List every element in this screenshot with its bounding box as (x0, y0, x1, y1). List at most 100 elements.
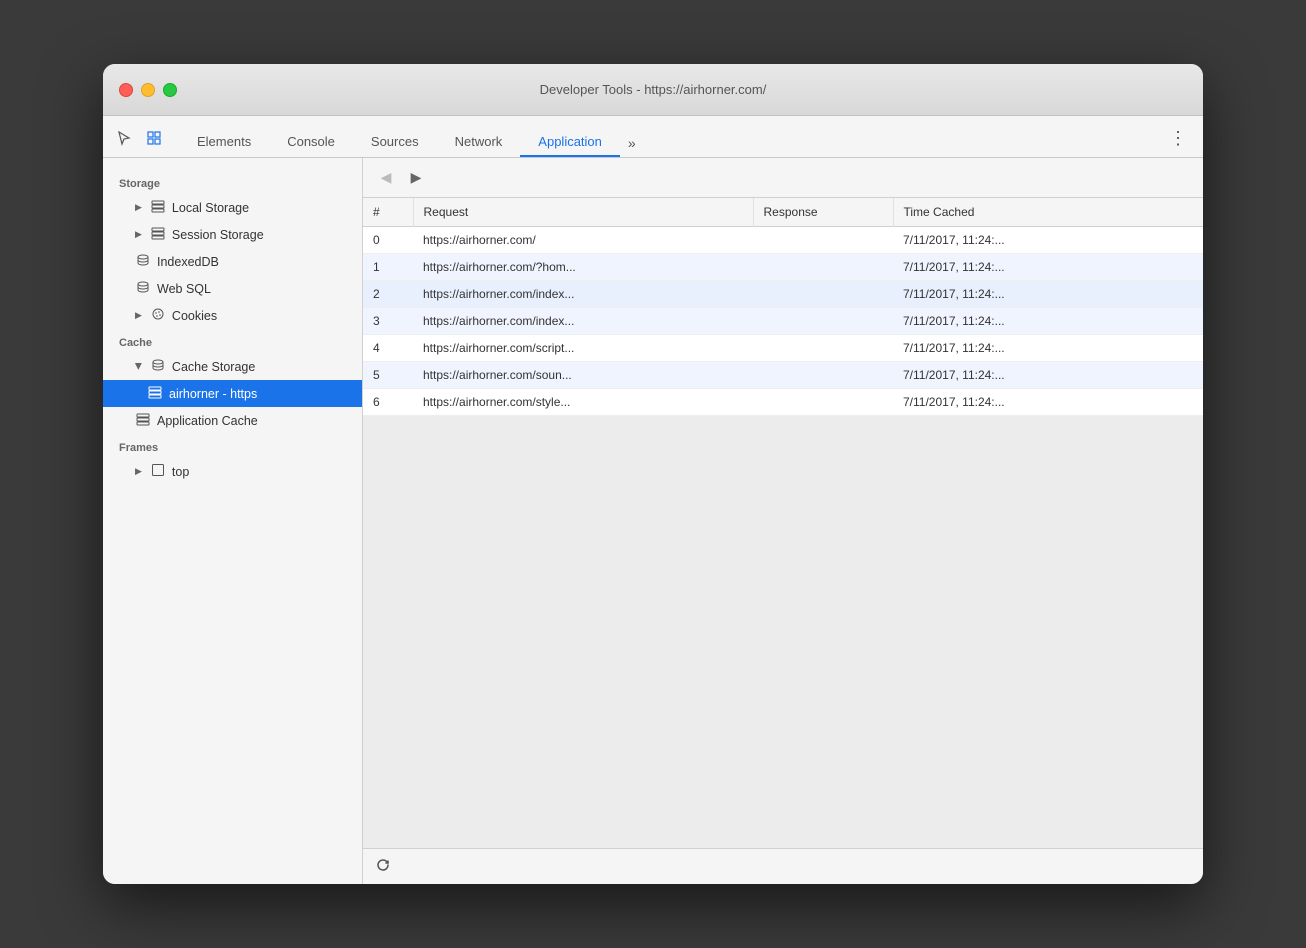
web-sql-icon (135, 280, 151, 297)
minimize-button[interactable] (141, 83, 155, 97)
table-row[interactable]: 5 https://airhorner.com/soun... 7/11/201… (363, 362, 1203, 389)
content-area: ◀ ▶ # Request Response Time Cached (363, 158, 1203, 884)
cookies-label: Cookies (172, 309, 217, 323)
cache-item-icon (147, 385, 163, 402)
application-cache-label: Application Cache (157, 414, 258, 428)
arrow-down-icon: ▶ (133, 363, 144, 370)
cell-num: 3 (363, 308, 413, 335)
toolbar-icons (111, 125, 167, 157)
cell-response (753, 281, 893, 308)
table-row[interactable]: 6 https://airhorner.com/style... 7/11/20… (363, 389, 1203, 416)
cache-storage-icon (150, 358, 166, 375)
cell-num: 2 (363, 281, 413, 308)
tab-elements[interactable]: Elements (179, 128, 269, 157)
cell-num: 4 (363, 335, 413, 362)
tab-network[interactable]: Network (437, 128, 521, 157)
cursor-icon[interactable] (111, 125, 137, 151)
storage-section-label: Storage (103, 170, 362, 194)
indexeddb-label: IndexedDB (157, 255, 219, 269)
table-body: 0 https://airhorner.com/ 7/11/2017, 11:2… (363, 227, 1203, 416)
cell-time: 7/11/2017, 11:24:... (893, 281, 1203, 308)
cell-time: 7/11/2017, 11:24:... (893, 227, 1203, 254)
cell-response (753, 308, 893, 335)
cell-request: https://airhorner.com/style... (413, 389, 753, 416)
table-header-row: # Request Response Time Cached (363, 198, 1203, 227)
cell-request: https://airhorner.com/ (413, 227, 753, 254)
cell-time: 7/11/2017, 11:24:... (893, 254, 1203, 281)
cookies-icon (150, 307, 166, 324)
sidebar-item-application-cache[interactable]: Application Cache (103, 407, 362, 434)
main-content: Storage ▶ Local Storage ▶ (103, 158, 1203, 884)
session-storage-icon (150, 226, 166, 243)
cell-response (753, 227, 893, 254)
col-time: Time Cached (893, 198, 1203, 227)
web-sql-label: Web SQL (157, 282, 211, 296)
requests-table: # Request Response Time Cached 0 https:/… (363, 198, 1203, 416)
table-row[interactable]: 4 https://airhorner.com/script... 7/11/2… (363, 335, 1203, 362)
session-storage-label: Session Storage (172, 228, 264, 242)
arrow-right-icon2: ▶ (135, 229, 142, 240)
traffic-lights (119, 83, 177, 97)
indexeddb-icon (135, 253, 151, 270)
cell-num: 5 (363, 362, 413, 389)
forward-button[interactable]: ▶ (405, 167, 427, 189)
tab-more[interactable]: » (620, 129, 644, 157)
cell-time: 7/11/2017, 11:24:... (893, 335, 1203, 362)
table-row[interactable]: 0 https://airhorner.com/ 7/11/2017, 11:2… (363, 227, 1203, 254)
bottom-bar (363, 848, 1203, 884)
inspect-icon[interactable] (141, 125, 167, 151)
cell-num: 6 (363, 389, 413, 416)
devtools-window: Developer Tools - https://airhorner.com/… (103, 64, 1203, 884)
cell-response (753, 254, 893, 281)
table-row[interactable]: 3 https://airhorner.com/index... 7/11/20… (363, 308, 1203, 335)
sidebar-item-indexeddb[interactable]: IndexedDB (103, 248, 362, 275)
tabbar: Elements Console Sources Network Applica… (103, 116, 1203, 158)
tab-console[interactable]: Console (269, 128, 353, 157)
cell-num: 0 (363, 227, 413, 254)
sidebar-item-web-sql[interactable]: Web SQL (103, 275, 362, 302)
sidebar: Storage ▶ Local Storage ▶ (103, 158, 363, 884)
app-cache-icon (135, 412, 151, 429)
back-button[interactable]: ◀ (375, 167, 397, 189)
sidebar-item-cookies[interactable]: ▶ Cookies (103, 302, 362, 329)
maximize-button[interactable] (163, 83, 177, 97)
cell-request: https://airhorner.com/script... (413, 335, 753, 362)
cell-time: 7/11/2017, 11:24:... (893, 362, 1203, 389)
tab-application[interactable]: Application (520, 128, 620, 157)
local-storage-icon (150, 199, 166, 216)
menu-dots-icon[interactable]: ⋮ (1161, 123, 1195, 157)
sidebar-item-cache-storage[interactable]: ▶ Cache Storage (103, 353, 362, 380)
sidebar-item-session-storage[interactable]: ▶ Session Storage (103, 221, 362, 248)
nav-bar: ◀ ▶ (363, 158, 1203, 198)
tab-sources[interactable]: Sources (353, 128, 437, 157)
arrow-right-icon4: ▶ (135, 466, 142, 477)
close-button[interactable] (119, 83, 133, 97)
sidebar-item-top[interactable]: ▶ top (103, 458, 362, 485)
arrow-right-icon: ▶ (135, 202, 142, 213)
cell-time: 7/11/2017, 11:24:... (893, 308, 1203, 335)
table-row[interactable]: 1 https://airhorner.com/?hom... 7/11/201… (363, 254, 1203, 281)
frames-section-label: Frames (103, 434, 362, 458)
col-request: Request (413, 198, 753, 227)
cell-response (753, 362, 893, 389)
col-response: Response (753, 198, 893, 227)
sidebar-item-airhorner[interactable]: airhorner - https (103, 380, 362, 407)
cell-num: 1 (363, 254, 413, 281)
table-row[interactable]: 2 https://airhorner.com/index... 7/11/20… (363, 281, 1203, 308)
cell-request: https://airhorner.com/index... (413, 281, 753, 308)
refresh-icon[interactable] (375, 857, 391, 876)
cell-time: 7/11/2017, 11:24:... (893, 389, 1203, 416)
cache-table: # Request Response Time Cached 0 https:/… (363, 198, 1203, 848)
cell-response (753, 389, 893, 416)
local-storage-label: Local Storage (172, 201, 249, 215)
cell-request: https://airhorner.com/?hom... (413, 254, 753, 281)
window-title: Developer Tools - https://airhorner.com/ (540, 82, 767, 97)
sidebar-item-local-storage[interactable]: ▶ Local Storage (103, 194, 362, 221)
cache-section-label: Cache (103, 329, 362, 353)
cache-storage-label: Cache Storage (172, 360, 255, 374)
top-frame-label: top (172, 465, 189, 479)
col-num: # (363, 198, 413, 227)
cache-item-label: airhorner - https (169, 387, 257, 401)
cell-request: https://airhorner.com/soun... (413, 362, 753, 389)
frame-icon (150, 463, 166, 480)
